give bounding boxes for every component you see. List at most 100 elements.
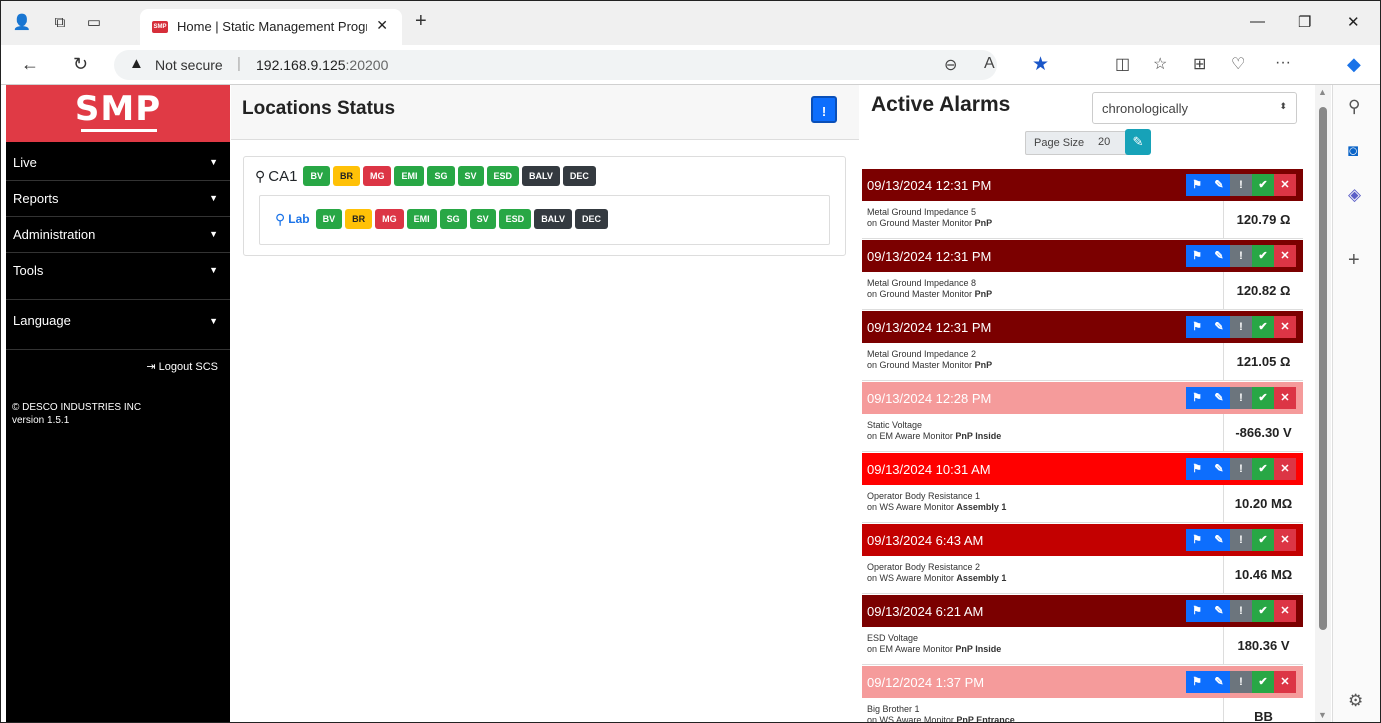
read-aloud-icon[interactable]: A bbox=[984, 55, 995, 73]
dismiss-icon[interactable]: ✕ bbox=[1274, 671, 1296, 693]
flag-icon[interactable]: ⚑ bbox=[1186, 671, 1208, 693]
browser-essentials-icon[interactable]: ♡ bbox=[1231, 54, 1245, 74]
close-window-icon[interactable]: ✕ bbox=[1347, 13, 1360, 31]
status-badge-sg[interactable]: SG bbox=[439, 209, 467, 229]
status-badge-bv[interactable]: BV bbox=[303, 166, 330, 186]
back-icon[interactable]: ← bbox=[21, 54, 39, 75]
split-screen-icon[interactable]: ◫ bbox=[1115, 54, 1130, 74]
profile-icon[interactable]: 👤 bbox=[11, 12, 33, 34]
status-badge-mg[interactable]: MG bbox=[362, 166, 392, 186]
browser-tab[interactable]: SMP Home | Static Management Progr ✕ bbox=[140, 9, 402, 45]
edit-icon[interactable]: ✎ bbox=[1208, 174, 1230, 196]
status-badge-sg[interactable]: SG bbox=[427, 166, 455, 186]
scroll-up-icon[interactable]: ▲ bbox=[1318, 87, 1327, 97]
scrollbar-thumb[interactable] bbox=[1319, 107, 1327, 630]
acknowledge-icon[interactable]: ✔ bbox=[1252, 174, 1274, 196]
acknowledge-icon[interactable]: ✔ bbox=[1252, 387, 1274, 409]
flag-icon[interactable]: ⚑ bbox=[1186, 387, 1208, 409]
refresh-icon[interactable]: ↻ bbox=[73, 54, 88, 75]
scrollbar[interactable]: ▲ ▼ bbox=[1315, 85, 1331, 722]
status-badge-esd[interactable]: ESD bbox=[486, 166, 520, 186]
status-badge-br[interactable]: BR bbox=[345, 209, 373, 229]
status-badge-emi[interactable]: EMI bbox=[406, 209, 437, 229]
url-text[interactable]: 192.168.9.125:20200 bbox=[256, 57, 388, 73]
settings-gear-icon[interactable]: ⚙ bbox=[1348, 691, 1363, 711]
flag-icon[interactable]: ⚑ bbox=[1186, 600, 1208, 622]
edit-icon[interactable]: ✎ bbox=[1208, 529, 1230, 551]
page-size-input[interactable]: 20 bbox=[1098, 136, 1110, 148]
warning-icon[interactable]: ▲ bbox=[129, 55, 144, 72]
not-secure-label[interactable]: Not secure bbox=[155, 57, 223, 73]
info-icon[interactable]: ! bbox=[1230, 316, 1252, 338]
status-badge-mg[interactable]: MG bbox=[375, 209, 404, 229]
sidebar-item-language[interactable]: Language ▼ bbox=[6, 300, 230, 350]
dismiss-icon[interactable]: ✕ bbox=[1274, 458, 1296, 480]
restore-icon[interactable]: ❐ bbox=[1298, 13, 1311, 31]
dismiss-icon[interactable]: ✕ bbox=[1274, 387, 1296, 409]
info-button[interactable]: ! bbox=[811, 96, 837, 123]
info-icon[interactable]: ! bbox=[1230, 387, 1252, 409]
status-badge-dec[interactable]: DEC bbox=[575, 209, 609, 229]
acknowledge-icon[interactable]: ✔ bbox=[1252, 245, 1274, 267]
outlook-icon[interactable]: ◙ bbox=[1348, 141, 1358, 161]
sublocation-link[interactable]: Lab bbox=[288, 212, 309, 226]
favorites-icon[interactable]: ☆ bbox=[1153, 54, 1167, 74]
add-icon[interactable]: + bbox=[1348, 249, 1360, 272]
status-badge-br[interactable]: BR bbox=[332, 166, 360, 186]
info-icon[interactable]: ! bbox=[1230, 529, 1252, 551]
flag-icon[interactable]: ⚑ bbox=[1186, 529, 1208, 551]
edit-icon[interactable]: ✎ bbox=[1208, 671, 1230, 693]
sidebar-item-reports[interactable]: Reports ▼ bbox=[6, 181, 230, 217]
brand-logo[interactable]: SMP bbox=[6, 85, 230, 142]
teams-icon[interactable]: ◈ bbox=[1348, 185, 1361, 205]
workspaces-icon[interactable]: ⧉ bbox=[49, 12, 71, 34]
info-icon[interactable]: ! bbox=[1230, 458, 1252, 480]
dismiss-icon[interactable]: ✕ bbox=[1274, 529, 1296, 551]
zoom-icon[interactable]: ⊖ bbox=[944, 55, 957, 75]
dismiss-icon[interactable]: ✕ bbox=[1274, 174, 1296, 196]
page-size-edit-button[interactable]: ✎ bbox=[1125, 129, 1151, 155]
url-field[interactable]: ▲ Not secure | 192.168.9.125:20200 ⊖ A ★ bbox=[114, 50, 1049, 80]
status-badge-dec[interactable]: DEC bbox=[562, 166, 596, 186]
dismiss-icon[interactable]: ✕ bbox=[1274, 600, 1296, 622]
dismiss-icon[interactable]: ✕ bbox=[1274, 316, 1296, 338]
flag-icon[interactable]: ⚑ bbox=[1186, 174, 1208, 196]
info-icon[interactable]: ! bbox=[1230, 671, 1252, 693]
edit-icon[interactable]: ✎ bbox=[1208, 245, 1230, 267]
new-tab-button[interactable]: + bbox=[415, 10, 427, 33]
acknowledge-icon[interactable]: ✔ bbox=[1252, 316, 1274, 338]
edit-icon[interactable]: ✎ bbox=[1208, 387, 1230, 409]
info-icon[interactable]: ! bbox=[1230, 174, 1252, 196]
search-icon[interactable]: ⚲ bbox=[1348, 97, 1360, 117]
sidebar-item-tools[interactable]: Tools ▼ bbox=[6, 253, 230, 300]
dismiss-icon[interactable]: ✕ bbox=[1274, 245, 1296, 267]
copilot-icon[interactable]: ◆ bbox=[1347, 54, 1361, 75]
status-badge-sv[interactable]: SV bbox=[469, 209, 496, 229]
edit-icon[interactable]: ✎ bbox=[1208, 600, 1230, 622]
sort-select[interactable]: chronologically ⬍ bbox=[1092, 92, 1297, 124]
sidebar-item-administration[interactable]: Administration ▼ bbox=[6, 217, 230, 253]
edit-icon[interactable]: ✎ bbox=[1208, 316, 1230, 338]
flag-icon[interactable]: ⚑ bbox=[1186, 316, 1208, 338]
status-badge-bv[interactable]: BV bbox=[315, 209, 343, 229]
status-badge-balv[interactable]: BALV bbox=[534, 209, 573, 229]
location-name[interactable]: CA1 bbox=[268, 168, 297, 185]
favorite-star-icon[interactable]: ★ bbox=[1032, 53, 1049, 76]
tab-actions-icon[interactable]: ▭ bbox=[83, 12, 105, 34]
acknowledge-icon[interactable]: ✔ bbox=[1252, 600, 1274, 622]
flag-icon[interactable]: ⚑ bbox=[1186, 245, 1208, 267]
tab-close-icon[interactable]: ✕ bbox=[376, 17, 388, 34]
status-badge-balv[interactable]: BALV bbox=[522, 166, 560, 186]
sidebar-item-live[interactable]: Live ▼ bbox=[6, 145, 230, 181]
flag-icon[interactable]: ⚑ bbox=[1186, 458, 1208, 480]
status-badge-emi[interactable]: EMI bbox=[394, 166, 425, 186]
status-badge-esd[interactable]: ESD bbox=[498, 209, 532, 229]
collections-icon[interactable]: ⊞ bbox=[1193, 54, 1206, 74]
minimize-icon[interactable]: — bbox=[1250, 13, 1265, 30]
edit-icon[interactable]: ✎ bbox=[1208, 458, 1230, 480]
acknowledge-icon[interactable]: ✔ bbox=[1252, 671, 1274, 693]
logout-link[interactable]: ⇥ Logout SCS bbox=[146, 360, 218, 373]
status-badge-sv[interactable]: SV bbox=[457, 166, 484, 186]
acknowledge-icon[interactable]: ✔ bbox=[1252, 529, 1274, 551]
acknowledge-icon[interactable]: ✔ bbox=[1252, 458, 1274, 480]
